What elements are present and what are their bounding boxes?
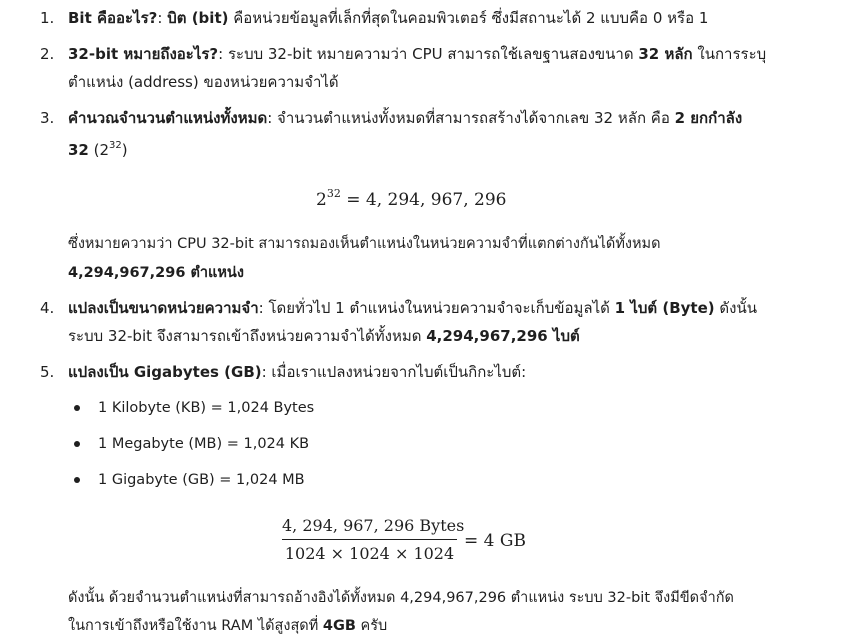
bold-text-run: บิต (bit) [167,9,229,27]
list-number: 5. [40,363,55,381]
text-run: ระบบ 32-bit จึงสามารถเข้าถึงหน่วยความจำไ… [68,327,427,345]
list-number: 2. [40,45,55,63]
text-run: : โดยทั่วไป 1 ตำแหน่งในหน่วยความจำจะเก็บ… [258,299,615,317]
bold-text-run: Bit คืออะไร? [68,9,158,27]
bullet-item: 1 Megabyte (MB) = 1,024 KB [98,436,310,452]
conclusion-line-1: ดังนั้น ด้วยจำนวนตำแหน่งที่สามารถอ้างอิง… [68,590,734,606]
bold-text-run: 32-bit หมายถึงอะไร? [68,45,219,63]
text-run: : ระบบ 32-bit หมายความว่า CPU สามารถใช้เ… [218,45,639,63]
explanation-paragraph-line-1: ซึ่งหมายความว่า CPU 32-bit สามารถมองเห็น… [68,236,661,252]
conclusion-text: ในการเข้าถึงหรือใช้งาน RAM ได้สูงสุดที่ [68,618,323,634]
equation-exponent: 32 [326,187,341,200]
list-item-1-line-1: Bit คืออะไร?: บิต (bit) คือหน่วยข้อมูลที… [68,8,708,28]
list-item-4-line-1: แปลงเป็นขนาดหน่วยความจำ: โดยทั่วไป 1 ตำแ… [68,298,757,318]
conclusion-tail: ครับ [355,618,388,634]
gb-fraction: 4, 294, 967, 296 Bytes 1024 × 1024 × 102… [282,515,465,565]
explanation-paragraph-line-2: 4,294,967,296 ตำแหน่ง [68,263,244,283]
text-run: : [157,9,168,27]
list-item-4-line-2: ระบบ 32-bit จึงสามารถเข้าถึงหน่วยความจำไ… [68,326,580,346]
bullet-dot [74,441,80,447]
conclusion-line-2: ในการเข้าถึงหรือใช้งาน RAM ได้สูงสุดที่ … [68,616,387,636]
bold-text-run: 32 หลัก [638,45,693,63]
bullet-dot [74,405,80,411]
max-ram-value: 4GB [322,618,356,634]
text-run: ตำแหน่ง (address) ของหน่วยความจำได้ [68,73,339,91]
bold-text-run: คำนวณจำนวนตำแหน่งทั้งหมด [68,109,268,127]
text-run: คือหน่วยข้อมูลที่เล็กที่สุดในคอมพิวเตอร์… [228,9,709,27]
bold-text-run: 2 ยกกำลัง [674,109,743,127]
address-count: 4,294,967,296 ตำแหน่ง [68,265,244,281]
list-item-3-line-2: 32 (232) [68,136,128,160]
bullet-item: 1 Kilobyte (KB) = 1,024 Bytes [98,400,315,416]
list-number: 1. [40,9,55,27]
equation-result: = 4, 294, 967, 296 [340,190,507,210]
fraction-numerator: 4, 294, 967, 296 Bytes [282,516,465,535]
text-run: : เมื่อเราแปลงหน่วยจากไบต์เป็นกิกะไบต์: [261,363,527,381]
bold-text-run: แปลงเป็นขนาดหน่วยความจำ [68,299,259,317]
fraction-denominator: 1024 × 1024 × 1024 [284,544,455,563]
bold-text-run: 1 ไบต์ (Byte) [614,299,715,317]
list-number: 3. [40,109,55,127]
superscript-run: 32 [109,140,122,151]
list-item-2-line-2: ตำแหน่ง (address) ของหน่วยความจำได้ [68,72,339,92]
power-equation: 232 = 4, 294, 967, 296 [316,182,506,212]
text-run: : จำนวนตำแหน่งทั้งหมดที่สามารถสร้างได้จา… [267,109,675,127]
document-body: 1. Bit คืออะไร?: บิต (bit) คือหน่วยข้อมู… [0,0,847,644]
fraction-bar [282,539,457,540]
list-item-2-line-1: 32-bit หมายถึงอะไร?: ระบบ 32-bit หมายควา… [68,44,766,64]
text-run: ดังนั้น [714,299,757,317]
bullet-item: 1 Gigabyte (GB) = 1,024 MB [98,472,305,488]
text-run: ) [121,141,128,159]
bold-text-run: 4,294,967,296 ไบต์ [426,327,580,345]
equation-base: 2 [316,190,327,210]
fraction-result: = 4 GB [464,531,526,551]
list-item-5-line-1: แปลงเป็น Gigabytes (GB): เมื่อเราแปลงหน่… [68,362,526,382]
bold-text-run: แปลงเป็น Gigabytes (GB) [68,363,262,381]
list-number: 4. [40,299,55,317]
bullet-dot [74,477,80,483]
bold-text-run: 32 [68,141,89,159]
text-run: (2 [88,141,110,159]
text-run: ในการระบุ [692,45,767,63]
list-item-3-line-1: คำนวณจำนวนตำแหน่งทั้งหมด: จำนวนตำแหน่งทั… [68,108,742,128]
